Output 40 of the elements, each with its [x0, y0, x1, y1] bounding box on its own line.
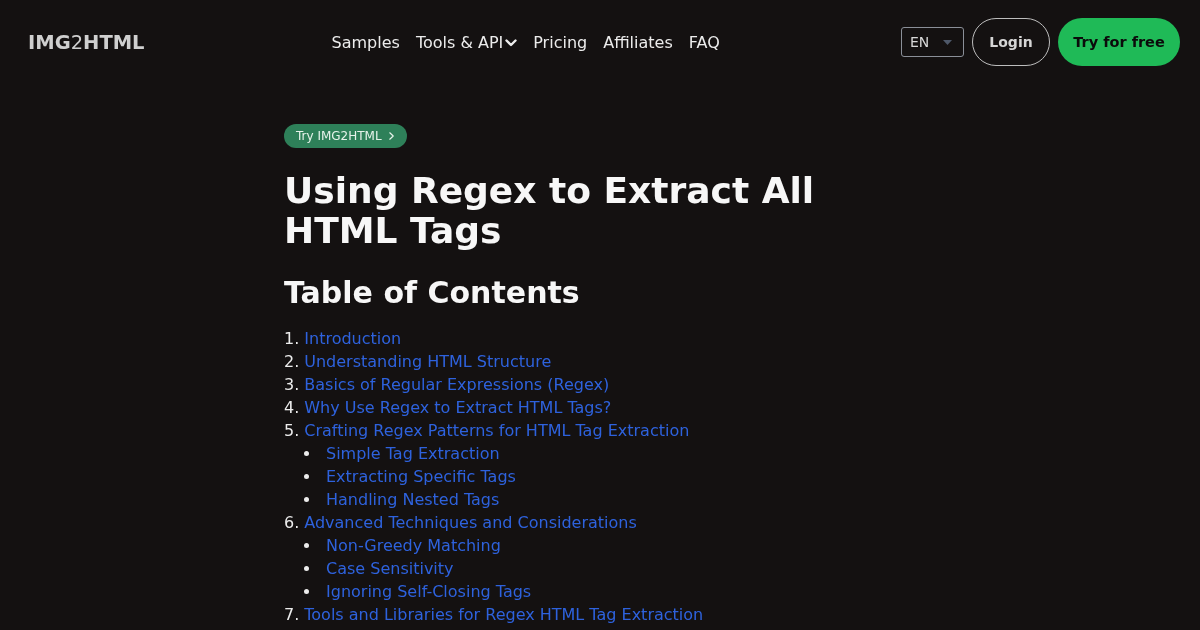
- toc-link[interactable]: Introduction: [304, 327, 402, 350]
- list-number: 2.: [284, 351, 300, 373]
- nav-dropdown[interactable]: Tools & API: [415, 32, 518, 52]
- toc-link[interactable]: Handling Nested Tags: [326, 488, 500, 511]
- toc-link[interactable]: Ignoring Self-Closing Tags: [326, 580, 532, 603]
- list-number: 6.: [284, 512, 300, 534]
- chevron-down-icon: [505, 39, 518, 47]
- bullet-icon: [304, 474, 309, 479]
- toc-link[interactable]: Non-Greedy Matching: [326, 534, 501, 557]
- toc-link[interactable]: Extracting Specific Tags: [326, 465, 516, 488]
- nav-link[interactable]: Pricing: [533, 32, 588, 52]
- logo[interactable]: IMG2HTML: [28, 30, 145, 54]
- try-free-button[interactable]: Try for free: [1058, 18, 1180, 66]
- toc-link[interactable]: Why Use Regex to Extract HTML Tags?: [304, 396, 612, 419]
- caret-down-icon: [943, 39, 952, 45]
- bullet-icon: [304, 451, 309, 456]
- chevron-right-icon: [388, 132, 394, 140]
- bullet-icon: [304, 589, 309, 594]
- nav-link[interactable]: Affiliates: [603, 32, 673, 52]
- bullet-icon: [304, 566, 309, 571]
- toc-link[interactable]: Crafting Regex Patterns for HTML Tag Extraction: [304, 419, 690, 442]
- toc-link[interactable]: Case Sensitivity: [326, 557, 454, 580]
- bullet-icon: [304, 497, 309, 502]
- toc-heading: Table of Contents: [284, 275, 581, 311]
- list-number: 3.: [284, 374, 300, 396]
- toc-link[interactable]: Tools and Libraries for Regex HTML Tag Extraction: [304, 603, 704, 626]
- toc-link[interactable]: Basics of Regular Expressions (Regex): [304, 373, 610, 396]
- toc-link[interactable]: Advanced Techniques and Considerations: [304, 511, 637, 534]
- toc-link[interactable]: Simple Tag Extraction: [326, 442, 500, 465]
- toc-link[interactable]: Understanding HTML Structure: [304, 350, 552, 373]
- page-title: Using Regex to Extract All HTML Tags: [284, 171, 816, 251]
- list-number: 5.: [284, 420, 300, 442]
- list-number: 4.: [284, 397, 300, 419]
- nav-link[interactable]: Samples: [331, 32, 400, 52]
- try-badge-link[interactable]: Try IMG2HTML: [284, 124, 407, 148]
- language-select[interactable]: EN: [901, 27, 964, 57]
- list-number: 7.: [284, 604, 300, 626]
- bullet-icon: [304, 543, 309, 548]
- nav-link[interactable]: FAQ: [688, 32, 720, 52]
- list-number: 1.: [284, 328, 300, 350]
